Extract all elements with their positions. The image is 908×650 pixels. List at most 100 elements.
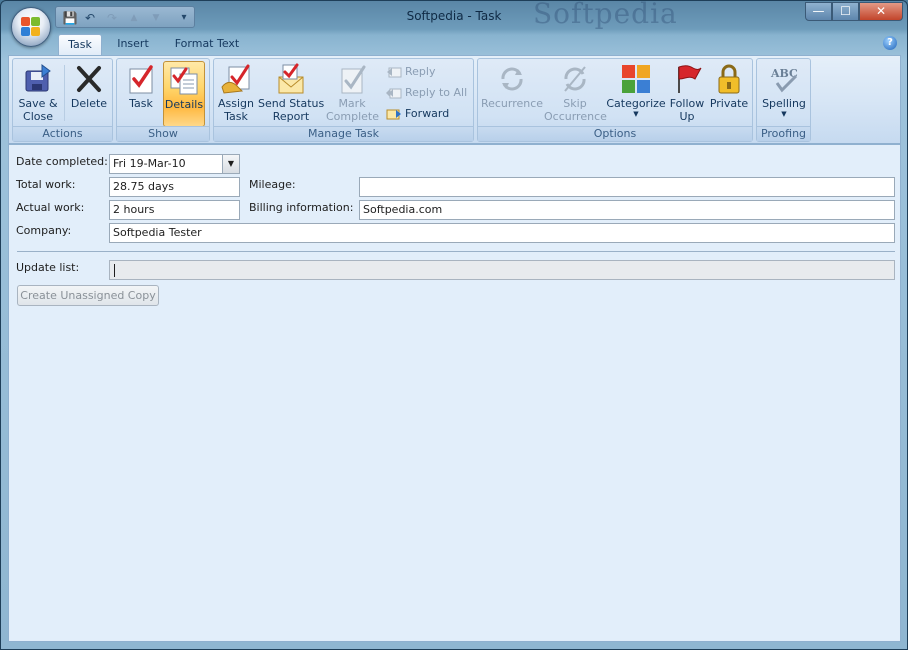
delete-icon	[73, 63, 105, 95]
window-controls: — ☐ ✕	[805, 2, 903, 22]
group-label-actions: Actions	[13, 126, 112, 141]
quick-access-toolbar: 💾 ↶ ↷ ▲ ▼ ▾	[55, 6, 195, 28]
mileage-field[interactable]	[359, 177, 895, 197]
group-proofing: ABC Spelling ▼ Proofing	[756, 58, 811, 142]
delete-button[interactable]: Delete	[68, 61, 110, 127]
tab-insert[interactable]: Insert	[108, 34, 158, 55]
private-label: Private	[709, 97, 749, 110]
recurrence-label: Recurrence	[480, 97, 544, 110]
help-icon[interactable]: ?	[883, 36, 897, 50]
spelling-label: Spelling	[762, 97, 806, 110]
private-button[interactable]: Private	[708, 61, 750, 127]
tab-format-text[interactable]: Format Text	[168, 34, 246, 55]
categorize-button[interactable]: Categorize ▼	[606, 61, 666, 127]
group-label-show: Show	[117, 126, 209, 141]
total-work-label: Total work:	[16, 178, 76, 191]
text-cursor	[114, 264, 115, 277]
ribbon-tab-bar: Task Insert Format Text ?	[8, 32, 901, 55]
group-label-manage-task: Manage Task	[214, 126, 473, 141]
assign-task-label: Assign Task	[218, 97, 254, 123]
date-completed-picker[interactable]: Fri 19-Mar-10 ▼	[109, 154, 240, 174]
actual-work-label: Actual work:	[16, 201, 85, 214]
company-label: Company:	[16, 224, 72, 237]
mark-complete-button[interactable]: Mark Complete	[326, 61, 379, 127]
form-divider	[17, 251, 895, 252]
categorize-label: Categorize	[606, 97, 666, 110]
recurrence-icon	[496, 63, 528, 95]
send-status-report-label: Send Status Report	[258, 97, 325, 123]
task-view-button[interactable]: Task	[121, 61, 161, 127]
actions-separator	[64, 65, 65, 121]
group-label-options: Options	[478, 126, 752, 141]
assign-task-button[interactable]: Assign Task	[216, 61, 256, 127]
details-view-button[interactable]: Details	[163, 61, 205, 127]
title-bar: Softpedia Softpedia - Task 💾 ↶ ↷ ▲ ▼ ▾ —…	[1, 0, 907, 31]
task-details-form: Date completed: Fri 19-Mar-10 ▼ Total wo…	[8, 144, 901, 642]
spelling-button[interactable]: ABC Spelling ▼	[760, 61, 808, 127]
down-arrow-icon[interactable]: ▼	[148, 10, 164, 26]
details-icon	[168, 64, 200, 96]
send-status-report-icon	[275, 63, 307, 95]
forward-label: Forward	[405, 107, 450, 120]
reply-all-icon	[386, 86, 402, 100]
total-work-field[interactable]: 28.75 days	[109, 177, 240, 197]
customize-icon[interactable]: ▾	[176, 10, 192, 26]
assign-task-icon	[220, 63, 252, 95]
skip-occurrence-label: Skip Occurrence	[544, 97, 607, 123]
group-show: Task Details Show	[116, 58, 210, 142]
follow-up-label: Follow Up	[669, 97, 705, 123]
date-completed-label: Date completed:	[16, 155, 108, 168]
office-button[interactable]	[11, 7, 51, 47]
spelling-dropdown-icon: ▼	[781, 110, 787, 118]
company-field[interactable]: Softpedia Tester	[109, 223, 895, 243]
tab-task[interactable]: Task	[58, 34, 102, 55]
lock-icon	[713, 63, 745, 95]
reply-label: Reply	[405, 65, 436, 78]
mark-complete-icon	[336, 63, 368, 95]
maximize-button[interactable]: ☐	[832, 2, 859, 21]
chevron-down-icon[interactable]: ▼	[222, 155, 239, 173]
up-arrow-icon[interactable]: ▲	[126, 10, 142, 26]
skip-occurrence-button[interactable]: Skip Occurrence	[544, 61, 607, 127]
mileage-label: Mileage:	[249, 178, 296, 191]
date-completed-value: Fri 19-Mar-10	[113, 157, 186, 170]
forward-icon	[386, 107, 402, 121]
save-close-icon	[22, 63, 54, 95]
categorize-icon	[620, 63, 652, 95]
save-close-button[interactable]: Save & Close	[16, 61, 60, 127]
group-manage-task: Assign Task Send Status Report Mark Comp…	[213, 58, 474, 142]
group-label-proofing: Proofing	[757, 126, 810, 141]
follow-up-button[interactable]: Follow Up	[667, 61, 707, 127]
task-window: Softpedia Softpedia - Task 💾 ↶ ↷ ▲ ▼ ▾ —…	[0, 0, 908, 650]
task-checklist-icon	[125, 63, 157, 95]
save-close-label: Save & Close	[18, 97, 58, 123]
save-icon[interactable]: 💾	[62, 10, 78, 26]
send-status-report-button[interactable]: Send Status Report	[258, 61, 324, 127]
billing-information-field[interactable]: Softpedia.com	[359, 200, 895, 220]
forward-button[interactable]: Forward	[386, 104, 449, 124]
group-actions: Save & Close Delete Actions	[12, 58, 113, 142]
categorize-dropdown-icon: ▼	[633, 110, 639, 118]
actual-work-field[interactable]: 2 hours	[109, 200, 240, 220]
reply-icon	[386, 65, 402, 79]
reply-all-label: Reply to All	[405, 86, 468, 99]
undo-icon[interactable]: ↶	[82, 10, 98, 26]
task-view-label: Task	[129, 97, 153, 110]
reply-button[interactable]: Reply	[386, 62, 435, 82]
update-list-field[interactable]	[109, 260, 895, 280]
minimize-button[interactable]: —	[805, 2, 832, 21]
reply-all-button[interactable]: Reply to All	[386, 83, 467, 103]
redo-icon[interactable]: ↷	[104, 10, 120, 26]
spelling-check-icon: ABC	[768, 63, 800, 95]
details-view-label: Details	[164, 98, 204, 111]
delete-label: Delete	[70, 97, 108, 110]
office-logo-icon	[21, 17, 41, 37]
flag-icon	[671, 63, 703, 95]
group-options: Recurrence Skip Occurrence Categorize ▼	[477, 58, 753, 142]
close-button[interactable]: ✕	[859, 2, 903, 21]
create-unassigned-copy-button[interactable]: Create Unassigned Copy	[17, 285, 159, 306]
ribbon: Save & Close Delete Actions Task Details…	[8, 55, 901, 144]
billing-information-label: Billing information:	[249, 201, 354, 214]
recurrence-button[interactable]: Recurrence	[480, 61, 544, 127]
skip-occurrence-icon	[559, 63, 591, 95]
